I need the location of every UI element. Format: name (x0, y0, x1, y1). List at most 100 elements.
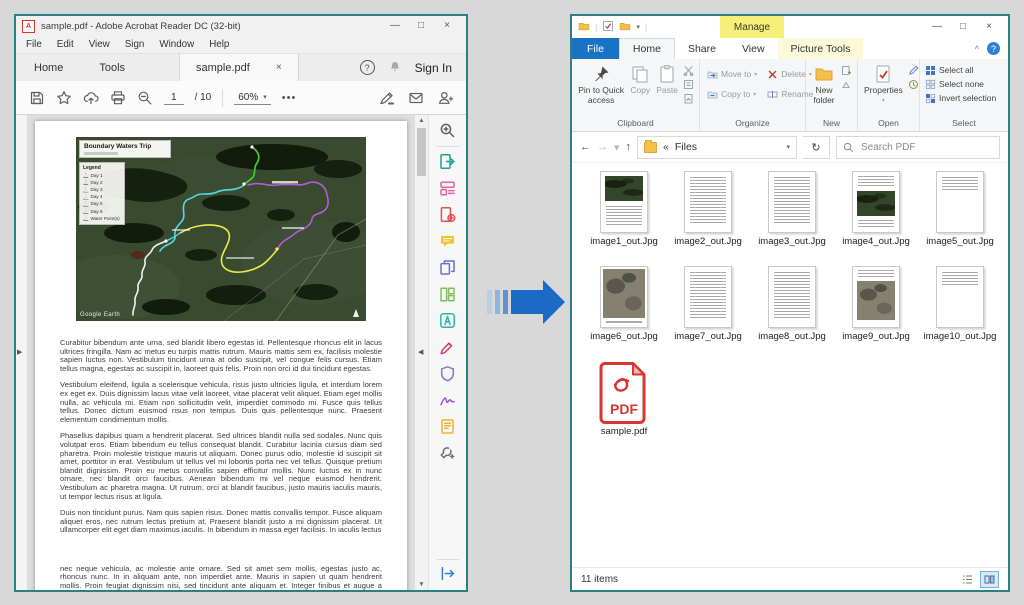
paste-button[interactable]: Paste (653, 62, 681, 98)
file-item[interactable]: image1_out.Jpg (582, 171, 666, 266)
tab-tools[interactable]: Tools (81, 54, 143, 81)
scroll-down-arrow[interactable]: ▼ (415, 581, 428, 588)
maximize-button[interactable]: □ (950, 18, 976, 36)
fill-sign-icon[interactable] (439, 339, 456, 356)
file-thumbnail[interactable] (852, 266, 900, 328)
breadcrumb-chevrons[interactable]: « (663, 141, 669, 153)
page-scroll-area[interactable]: Boundary Waters Trip Legend Day 1 Day 2 … (28, 115, 414, 590)
easy-access-icon[interactable] (841, 79, 852, 90)
close-document-icon[interactable]: × (276, 62, 282, 73)
up-button[interactable]: ↑ (626, 141, 632, 153)
back-button[interactable]: ← (580, 141, 591, 153)
pdf-file-icon[interactable]: PDF (598, 361, 650, 424)
menu-window[interactable]: Window (159, 39, 194, 50)
file-item[interactable]: image6_out.Jpg (582, 266, 666, 361)
properties-button[interactable]: Properties ▾ (861, 62, 906, 106)
properties-checkbox-icon[interactable] (602, 20, 614, 35)
sign-pen-icon[interactable] (379, 90, 395, 106)
minimize-button[interactable]: — (382, 17, 408, 35)
move-to-button[interactable]: Move to ▾ (705, 67, 759, 81)
refresh-button[interactable]: ↻ (803, 135, 830, 159)
more-tools-icon[interactable] (439, 445, 456, 462)
new-folder-quick-icon[interactable] (619, 20, 631, 35)
tab-document[interactable]: sample.pdf × (179, 54, 299, 81)
collapse-tools-panel-icon[interactable]: ◀ (418, 348, 423, 356)
tab-share[interactable]: Share (675, 38, 729, 59)
file-item[interactable]: image4_out.Jpg (834, 171, 918, 266)
file-thumbnail[interactable] (936, 266, 984, 328)
save-icon[interactable] (29, 90, 45, 106)
scrollbar-thumb[interactable] (417, 128, 426, 176)
zoom-level-dropdown[interactable]: 60% ▾ (234, 91, 271, 105)
close-button[interactable]: × (976, 18, 1002, 36)
file-thumbnail[interactable] (768, 171, 816, 233)
envelope-icon[interactable] (408, 90, 424, 106)
search-input[interactable] (859, 140, 993, 154)
zoom-tools-icon[interactable] (439, 122, 456, 139)
file-item[interactable]: image10_out.Jpg (918, 266, 1002, 361)
folder-icon[interactable] (578, 20, 590, 35)
menu-view[interactable]: View (89, 39, 110, 50)
tab-file[interactable]: File (572, 38, 619, 59)
customize-quick-access-icon[interactable]: ▾ (636, 23, 640, 31)
select-all-button[interactable]: Select all (923, 63, 976, 77)
copy-to-button[interactable]: Copy to ▾ (705, 87, 759, 101)
open-tools-panel-icon[interactable] (439, 565, 456, 582)
file-item-pdf[interactable]: PDF sample.pdf (582, 361, 666, 456)
manage-context-tab[interactable]: Manage (720, 16, 784, 38)
new-folder-button[interactable]: New folder (809, 62, 839, 107)
tab-home[interactable]: Home (16, 54, 81, 81)
scroll-up-arrow[interactable]: ▲ (415, 117, 428, 124)
copy-path-icon[interactable] (683, 79, 694, 90)
pin-to-quick-access-button[interactable]: Pin to Quick access (575, 62, 627, 107)
page-number-input[interactable]: 1 (164, 91, 184, 105)
menu-file[interactable]: File (26, 39, 42, 50)
tab-picture-tools[interactable]: Picture Tools (777, 38, 864, 59)
tab-view[interactable]: View (729, 38, 778, 59)
file-thumbnail[interactable] (852, 171, 900, 233)
details-view-button[interactable] (958, 571, 977, 588)
file-thumbnail[interactable] (684, 171, 732, 233)
paste-shortcut-icon[interactable] (683, 93, 694, 104)
more-tools-overflow-button[interactable]: ••• (282, 92, 297, 104)
thumbnail-view-button[interactable] (980, 570, 999, 588)
chevron-down-icon[interactable]: ▾ (786, 143, 790, 151)
combine-files-icon[interactable] (439, 259, 456, 276)
explorer-help-icon[interactable]: ? (987, 42, 1000, 55)
file-item[interactable]: image3_out.Jpg (750, 171, 834, 266)
help-icon[interactable]: ? (359, 60, 375, 75)
copy-button[interactable]: Copy (627, 62, 653, 98)
file-thumbnail[interactable] (600, 171, 648, 233)
breadcrumb[interactable]: « Files ▾ (637, 135, 797, 159)
edit-pdf-icon[interactable] (439, 206, 456, 223)
share-upload-icon[interactable] (83, 90, 99, 106)
search-box[interactable] (836, 135, 1000, 159)
file-thumbnail[interactable] (768, 266, 816, 328)
minimize-ribbon-icon[interactable]: ^ (975, 44, 979, 54)
certificates-icon[interactable] (439, 392, 456, 409)
file-thumbnail[interactable] (936, 171, 984, 233)
menu-edit[interactable]: Edit (57, 39, 74, 50)
star-icon[interactable] (56, 90, 72, 106)
edit-icon[interactable] (908, 65, 919, 76)
export-pdf-icon[interactable] (439, 153, 456, 170)
create-pdf-icon[interactable] (439, 180, 456, 197)
expand-left-panel-icon[interactable]: ▶ (17, 348, 22, 356)
file-thumbnail[interactable] (684, 266, 732, 328)
forward-button[interactable]: → (597, 141, 608, 153)
select-none-button[interactable]: Select none (923, 77, 986, 91)
file-item[interactable]: image9_out.Jpg (834, 266, 918, 361)
file-item[interactable]: image7_out.Jpg (666, 266, 750, 361)
menu-sign[interactable]: Sign (125, 39, 145, 50)
organize-pages-icon[interactable] (439, 286, 456, 303)
invert-selection-button[interactable]: Invert selection (923, 91, 998, 105)
minimize-button[interactable]: — (924, 18, 950, 36)
stamp-icon[interactable] (439, 418, 456, 435)
breadcrumb-folder[interactable]: Files (675, 141, 697, 153)
file-item[interactable]: image8_out.Jpg (750, 266, 834, 361)
history-icon[interactable] (908, 79, 919, 90)
file-item[interactable]: image5_out.Jpg (918, 171, 1002, 266)
recent-locations-icon[interactable]: ▾ (614, 141, 620, 154)
file-item[interactable]: image2_out.Jpg (666, 171, 750, 266)
new-item-icon[interactable] (841, 65, 852, 76)
